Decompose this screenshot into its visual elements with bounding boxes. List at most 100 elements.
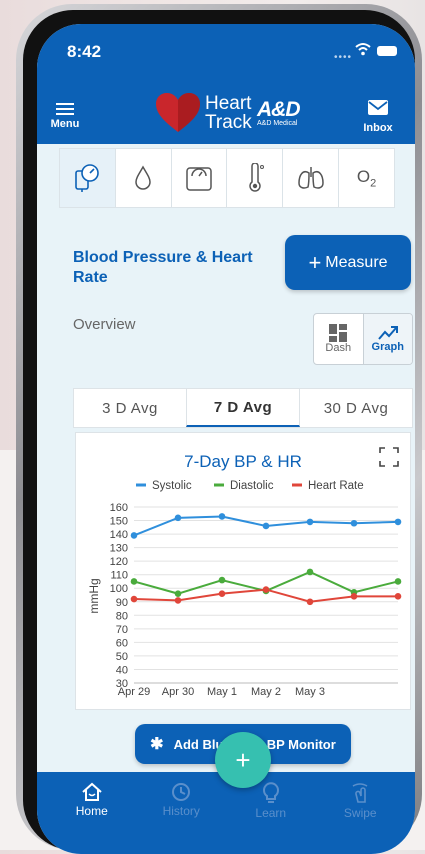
swipe-icon bbox=[352, 783, 368, 803]
legend-label-0: Systolic bbox=[152, 480, 192, 492]
nav-swipe[interactable]: Swipe bbox=[316, 772, 406, 854]
category-icon-row: O2 bbox=[59, 148, 395, 208]
dash-label: Dash bbox=[325, 342, 352, 354]
data-point-1-2 bbox=[218, 576, 226, 584]
menu-button[interactable]: Menu bbox=[45, 100, 85, 130]
lightbulb-icon bbox=[262, 782, 279, 803]
y-tick-label: 80 bbox=[116, 610, 128, 622]
y-axis-label: mmHg bbox=[87, 578, 101, 613]
logo-line-2: Track bbox=[205, 112, 252, 133]
overview-label: Overview bbox=[73, 316, 136, 333]
bluetooth-icon: ✱ bbox=[150, 736, 164, 753]
category-lungs[interactable] bbox=[283, 149, 340, 207]
nav-home-label: Home bbox=[75, 804, 108, 818]
lungs-icon bbox=[297, 167, 324, 189]
brand-name: A&D bbox=[257, 98, 300, 121]
nav-learn-label: Learn bbox=[255, 806, 287, 820]
tab-30d-avg[interactable]: 30 D Avg bbox=[300, 389, 412, 427]
logo-line-1: Heart bbox=[205, 93, 252, 114]
phone-frame: 8:42 •••• Menu Heart Track A&D A&D Medic… bbox=[16, 4, 422, 854]
data-point-2-1 bbox=[174, 597, 182, 604]
scale-icon bbox=[186, 167, 212, 191]
legend-label-1: Diastolic bbox=[230, 480, 274, 492]
history-icon bbox=[172, 783, 191, 801]
data-point-0-6 bbox=[394, 518, 402, 526]
data-point-0-2 bbox=[218, 513, 226, 520]
data-point-0-1 bbox=[174, 514, 182, 522]
bp-hr-chart: 7-Day BP & HR Systolic Diastolic Heart Rate… bbox=[87, 447, 402, 698]
oxygen-main: O bbox=[356, 166, 371, 186]
logo-text: Heart Track bbox=[205, 94, 252, 132]
data-point-0-4 bbox=[306, 518, 314, 526]
data-point-2-3 bbox=[262, 586, 270, 593]
trend-icon bbox=[377, 326, 398, 340]
category-oxygen[interactable]: O2 bbox=[339, 149, 394, 207]
data-point-1-1 bbox=[174, 590, 182, 597]
x-tick-label: May 3 bbox=[295, 686, 325, 698]
data-point-1-0 bbox=[130, 578, 138, 585]
data-point-1-4 bbox=[306, 568, 314, 576]
nav-home[interactable]: Home bbox=[47, 772, 137, 854]
legend-label-2: Heart Rate bbox=[308, 480, 364, 492]
wifi-icon bbox=[355, 43, 371, 56]
category-weight[interactable] bbox=[172, 149, 228, 207]
y-tick-label: 40 bbox=[116, 664, 128, 676]
measure-label: Measure bbox=[325, 253, 388, 271]
average-tabs: 3 D Avg 7 D Avg 30 D Avg bbox=[73, 388, 413, 428]
y-tick-label: 100 bbox=[110, 583, 128, 595]
category-blood-pressure[interactable] bbox=[60, 149, 116, 207]
y-tick-label: 160 bbox=[110, 502, 128, 514]
app-screen: 8:42 •••• Menu Heart Track A&D A&D Medic… bbox=[37, 24, 415, 854]
menu-label: Menu bbox=[50, 118, 80, 130]
plus-icon: + bbox=[308, 249, 322, 275]
data-point-2-2 bbox=[218, 590, 226, 597]
status-bar: 8:42 •••• bbox=[37, 24, 415, 86]
data-point-2-0 bbox=[130, 595, 138, 603]
data-point-0-3 bbox=[262, 522, 270, 530]
y-tick-label: 130 bbox=[110, 543, 128, 555]
nav-swipe-label: Swipe bbox=[343, 806, 377, 820]
x-tick-label: May 1 bbox=[207, 686, 237, 698]
y-tick-label: 140 bbox=[110, 529, 128, 541]
graph-view-button[interactable]: Graph bbox=[362, 314, 412, 364]
x-tick-label: May 2 bbox=[251, 686, 281, 698]
data-point-0-0 bbox=[130, 532, 138, 539]
category-glucose[interactable] bbox=[116, 149, 172, 207]
data-point-2-4 bbox=[306, 598, 314, 606]
mail-icon bbox=[368, 100, 388, 115]
section-title: Blood Pressure & Heart Rate bbox=[73, 249, 253, 286]
measure-button[interactable]: + Measure bbox=[285, 235, 411, 290]
blood-pressure-icon bbox=[75, 164, 100, 192]
view-toggle: Dash Graph bbox=[313, 313, 413, 365]
nav-history-label: History bbox=[162, 804, 200, 818]
status-time: 8:42 bbox=[67, 42, 102, 61]
battery-icon bbox=[377, 46, 397, 56]
category-temperature[interactable] bbox=[227, 149, 284, 207]
data-point-0-5 bbox=[350, 519, 358, 527]
add-fab-button[interactable]: + bbox=[215, 732, 271, 788]
droplet-icon bbox=[135, 165, 151, 190]
oxygen-icon: O2 bbox=[357, 167, 376, 189]
y-tick-label: 120 bbox=[110, 556, 128, 568]
y-tick-label: 60 bbox=[116, 637, 128, 649]
signal-icon: •••• bbox=[334, 52, 353, 63]
data-point-1-6 bbox=[394, 578, 402, 585]
heart-logo-icon bbox=[156, 93, 200, 132]
inbox-button[interactable]: Inbox bbox=[355, 100, 401, 134]
x-tick-label: Apr 30 bbox=[162, 686, 194, 698]
app-bar: Menu Heart Track A&D A&D Medical Inbox bbox=[37, 86, 415, 144]
nav-history[interactable]: History bbox=[137, 772, 227, 854]
tab-7d-avg[interactable]: 7 D Avg bbox=[186, 389, 300, 427]
home-icon bbox=[82, 782, 102, 801]
hearttrack-logo: Heart Track bbox=[155, 92, 252, 136]
chart-title: 7-Day BP & HR bbox=[184, 452, 302, 471]
y-tick-label: 90 bbox=[116, 597, 128, 609]
inbox-label: Inbox bbox=[363, 122, 393, 134]
tab-3d-avg[interactable]: 3 D Avg bbox=[74, 389, 186, 427]
oxygen-sub: 2 bbox=[370, 177, 377, 190]
y-tick-label: 150 bbox=[110, 516, 128, 528]
brand-sub: A&D Medical bbox=[257, 120, 298, 127]
y-tick-label: 50 bbox=[116, 651, 128, 663]
hamburger-icon bbox=[45, 103, 85, 115]
dash-view-button[interactable]: Dash bbox=[314, 314, 363, 364]
